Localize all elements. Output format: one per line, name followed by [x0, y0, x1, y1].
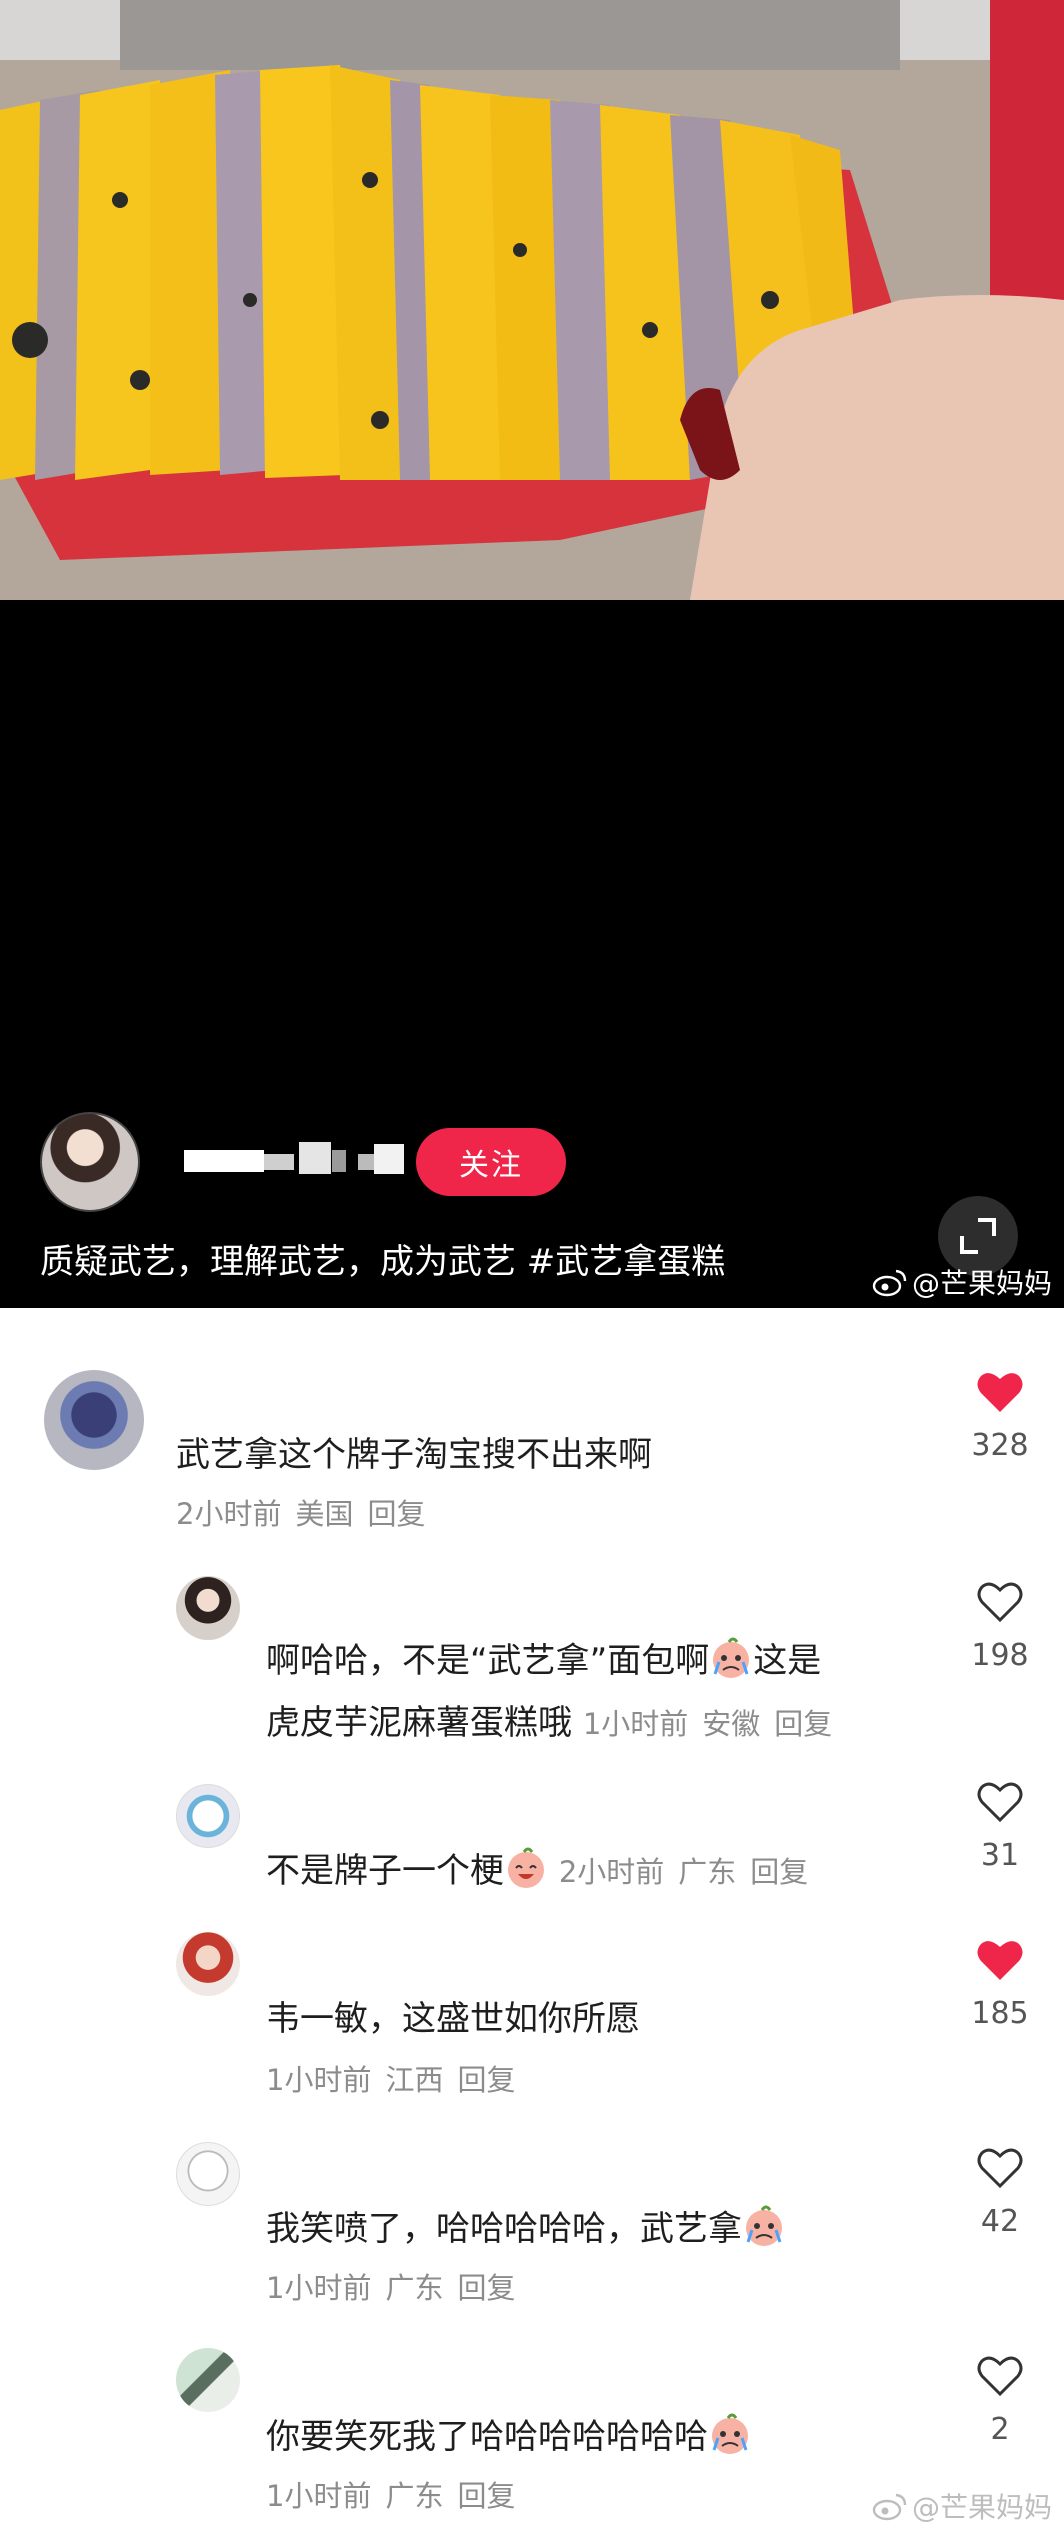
- commenter-avatar[interactable]: [44, 1370, 144, 1470]
- like-button[interactable]: 42: [960, 2146, 1040, 2239]
- comment-meta: 2小时前 广东 回复: [558, 1855, 809, 1889]
- comment-list: 武艺拿这个牌子淘宝搜不出来啊 2小时前 美国 回复 328 啊哈哈，不是“武艺拿”面…: [0, 1308, 1064, 2532]
- comment-text: 韦一敏，这盛世如你所愿: [266, 1999, 640, 2039]
- heart-outline-icon: [977, 2356, 1023, 2397]
- commenter-avatar[interactable]: [176, 1576, 240, 1640]
- like-button[interactable]: 31: [960, 1780, 1040, 1873]
- comment-text-line2: 虎皮芋泥麻薯蛋糕哦 1小时前 安徽 回复: [266, 1692, 846, 1755]
- comment-text: 你要笑死我了哈哈哈哈哈哈哈: [266, 2406, 752, 2468]
- expand-icon: [960, 1218, 996, 1254]
- video-player[interactable]: 关注 质疑武艺，理解武艺，成为武艺 #武艺拿蛋糕 @芒果妈妈: [0, 0, 1064, 1308]
- crying-emoji-icon: [712, 2413, 748, 2454]
- like-button[interactable]: 2: [960, 2354, 1040, 2447]
- reply-button[interactable]: 回复: [774, 1707, 832, 1741]
- comment-text: 不是牌子一个梗 2小时前 广东 回复: [266, 1840, 822, 1903]
- weibo-icon: [872, 1269, 907, 1297]
- follow-button[interactable]: 关注: [416, 1128, 566, 1196]
- comment-meta: 1小时前 广东 回复: [266, 2479, 516, 2513]
- laughing-emoji-icon: [508, 1847, 544, 1888]
- heart-outline-icon: [977, 1782, 1023, 1823]
- author-name-redacted[interactable]: [184, 1142, 404, 1182]
- weibo-watermark: @芒果妈妈: [872, 2486, 1052, 2526]
- heart-filled-icon: [977, 1941, 1023, 1980]
- reply-button[interactable]: 回复: [750, 1855, 808, 1889]
- reply-button[interactable]: 回复: [457, 2063, 515, 2097]
- commenter-avatar[interactable]: [176, 2348, 240, 2412]
- like-button[interactable]: 198: [960, 1580, 1040, 1673]
- reply-button[interactable]: 回复: [457, 2271, 515, 2305]
- comment-meta: 1小时前 安徽 回复: [582, 1707, 833, 1741]
- commenter-avatar[interactable]: [176, 1784, 240, 1848]
- comment-meta: 2小时前 美国 回复: [176, 1497, 426, 1531]
- heart-outline-icon: [977, 1582, 1023, 1623]
- like-button[interactable]: 185: [960, 1938, 1040, 2031]
- video-frame-image: [0, 0, 1064, 600]
- comment-text: 啊哈哈，不是“武艺拿”面包啊 这是: [266, 1630, 821, 1692]
- heart-filled-icon: [977, 1373, 1023, 1412]
- heart-outline-icon: [977, 2148, 1023, 2189]
- comment-meta: 1小时前 广东 回复: [266, 2271, 516, 2305]
- author-avatar[interactable]: [40, 1112, 140, 1212]
- comment-text: 武艺拿这个牌子淘宝搜不出来啊: [176, 1435, 652, 1475]
- comment-text: 我笑喷了，哈哈哈哈哈，武艺拿: [266, 2198, 786, 2260]
- weibo-watermark: @芒果妈妈: [872, 1262, 1052, 1302]
- commenter-avatar[interactable]: [176, 2142, 240, 2206]
- crying-emoji-icon: [713, 1637, 750, 1678]
- reply-button[interactable]: 回复: [367, 1497, 425, 1531]
- commenter-avatar[interactable]: [176, 1932, 240, 1996]
- reply-button[interactable]: 回复: [457, 2479, 515, 2513]
- comment-meta: 1小时前 江西 回复: [266, 2063, 516, 2097]
- like-button[interactable]: 328: [960, 1370, 1040, 1463]
- crying-emoji-icon: [746, 2205, 782, 2246]
- video-caption: 质疑武艺，理解武艺，成为武艺 #武艺拿蛋糕: [40, 1242, 726, 1282]
- weibo-icon: [872, 2493, 907, 2521]
